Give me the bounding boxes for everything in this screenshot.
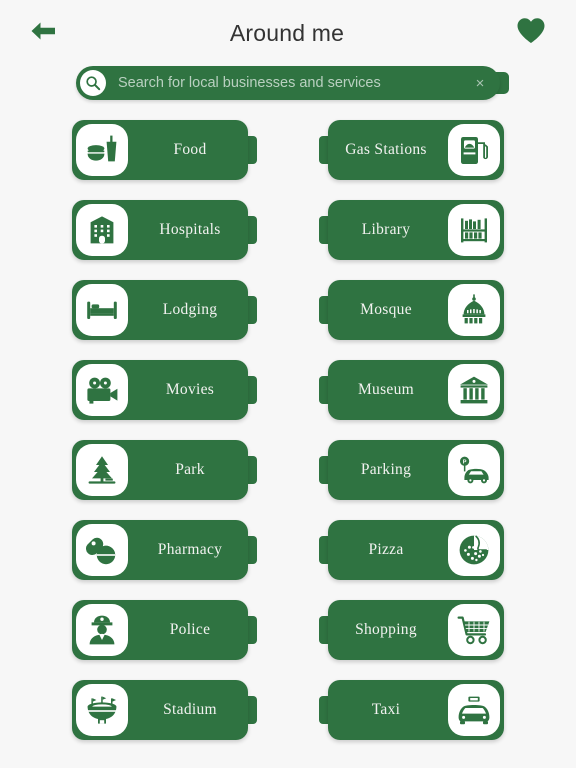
- search-input[interactable]: [106, 66, 468, 100]
- category-label: Hospitals: [159, 221, 221, 238]
- parking-car-icon: P: [448, 444, 500, 496]
- category-label: Food: [173, 141, 207, 158]
- food-icon: [76, 124, 128, 176]
- category-label: Stadium: [163, 701, 217, 718]
- category-label: Taxi: [371, 701, 401, 718]
- taxi-icon: [448, 684, 500, 736]
- police-icon: [76, 604, 128, 656]
- library-icon: [448, 204, 500, 256]
- search-bar[interactable]: ×: [76, 66, 509, 100]
- category-label: Police: [169, 621, 211, 638]
- svg-text:P: P: [463, 459, 467, 465]
- category-row: Hospitals Library: [0, 200, 576, 260]
- movie-camera-icon: [76, 364, 128, 416]
- clear-search-button[interactable]: ×: [468, 76, 500, 91]
- category-row: Stadium Taxi: [0, 680, 576, 740]
- category-grid: Food Gas Stations Hospitals Library Lodging M…: [0, 112, 576, 740]
- search-container: ×: [0, 66, 576, 112]
- category-label: Pharmacy: [157, 541, 223, 558]
- category-card-police[interactable]: Police: [72, 600, 257, 660]
- category-label: Gas Stations: [345, 141, 427, 158]
- category-card-lodging[interactable]: Lodging: [72, 280, 257, 340]
- category-card-park[interactable]: Park: [72, 440, 257, 500]
- category-card-mosque[interactable]: Mosque: [319, 280, 504, 340]
- category-card-library[interactable]: Library: [319, 200, 504, 260]
- museum-icon: [448, 364, 500, 416]
- category-row: Movies Museum: [0, 360, 576, 420]
- category-card-stadium[interactable]: Stadium: [72, 680, 257, 740]
- bed-icon: [76, 284, 128, 336]
- pizza-icon: [448, 524, 500, 576]
- app-header: Around me: [0, 0, 576, 66]
- tree-icon: [76, 444, 128, 496]
- gas-pump-icon: [448, 124, 500, 176]
- category-label: Park: [175, 461, 205, 478]
- mosque-icon: [448, 284, 500, 336]
- category-card-pizza[interactable]: Pizza: [319, 520, 504, 580]
- pill-icon: [76, 524, 128, 576]
- back-button[interactable]: [20, 10, 66, 56]
- hospital-icon: [76, 204, 128, 256]
- search-icon: [80, 70, 106, 96]
- category-label: Movies: [165, 381, 215, 398]
- category-label: Shopping: [355, 621, 417, 638]
- category-card-food[interactable]: Food: [72, 120, 257, 180]
- category-card-museum[interactable]: Museum: [319, 360, 504, 420]
- category-label: Library: [361, 221, 411, 238]
- category-card-taxi[interactable]: Taxi: [319, 680, 504, 740]
- category-label: Parking: [360, 461, 412, 478]
- category-row: Food Gas Stations: [0, 120, 576, 180]
- category-card-parking[interactable]: P Parking: [319, 440, 504, 500]
- cart-icon: [448, 604, 500, 656]
- category-label: Museum: [357, 381, 415, 398]
- category-row: Park P Parking: [0, 440, 576, 500]
- category-label: Pizza: [368, 541, 404, 558]
- category-label: Mosque: [360, 301, 412, 318]
- category-card-gas-stations[interactable]: Gas Stations: [319, 120, 504, 180]
- category-row: Pharmacy Pizza: [0, 520, 576, 580]
- arrow-left-icon: [28, 19, 58, 48]
- heart-icon: [516, 17, 546, 50]
- category-card-shopping[interactable]: Shopping: [319, 600, 504, 660]
- category-row: Police Shopping: [0, 600, 576, 660]
- favorites-button[interactable]: [508, 10, 554, 56]
- stadium-icon: [76, 684, 128, 736]
- page-title: Around me: [229, 19, 345, 46]
- category-card-movies[interactable]: Movies: [72, 360, 257, 420]
- category-card-pharmacy[interactable]: Pharmacy: [72, 520, 257, 580]
- category-label: Lodging: [162, 301, 218, 318]
- category-row: Lodging Mosque: [0, 280, 576, 340]
- category-card-hospitals[interactable]: Hospitals: [72, 200, 257, 260]
